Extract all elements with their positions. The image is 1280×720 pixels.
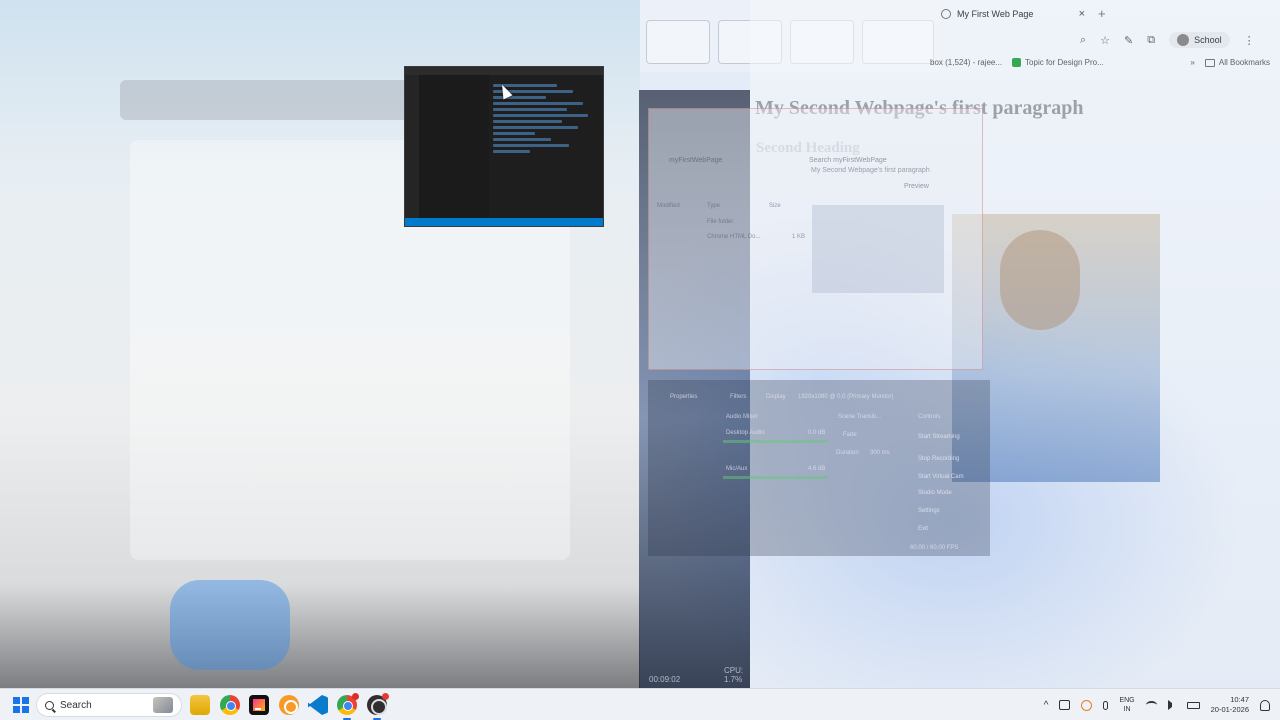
virtual-camera-button[interactable]: Start Virtual Cam [918, 474, 964, 480]
db-readout: 4.6 dB [808, 466, 826, 472]
chrome-icon[interactable] [220, 695, 240, 715]
battery-icon[interactable] [1186, 701, 1200, 709]
settings-button[interactable]: Settings [918, 508, 940, 514]
profile-chip[interactable]: School [1169, 32, 1230, 48]
scene-transitions-title: Scene Transiti... [838, 414, 882, 420]
duration-label: Duration [836, 450, 859, 456]
sheets-icon [1012, 58, 1022, 68]
bookmarks-bar: box (1,524) - rajee... Topic for Design … [930, 58, 1270, 68]
obs-tab[interactable]: Properties [670, 394, 697, 400]
clock[interactable]: 10:47 20-01-2026 [1211, 695, 1249, 715]
file-type-cell: Chrome HTML Do... [707, 234, 761, 240]
new-tab-button[interactable]: + [1098, 6, 1106, 21]
puzzle-icon[interactable]: ⧉ [1147, 34, 1155, 47]
obs-tab[interactable]: Display [766, 394, 786, 400]
search-placeholder: Search [60, 699, 92, 711]
preview-image [812, 205, 944, 293]
search-input[interactable]: Search myFirstWebPage [809, 157, 887, 164]
wifi-icon[interactable] [1145, 701, 1157, 709]
bookmarks-more-button[interactable]: » [1190, 58, 1194, 67]
bookmark-item[interactable]: Topic for Design Pro... [1012, 58, 1104, 68]
studio-mode-button[interactable]: Studio Mode [918, 490, 952, 496]
menu-icon[interactable]: ⋮ [1244, 34, 1255, 47]
exit-button[interactable]: Exit [918, 526, 928, 532]
thumbnail-statusbar [405, 218, 603, 226]
file-type-cell: File folder [707, 219, 734, 225]
db-readout: 0.0 dB [808, 430, 826, 436]
folder-icon [1204, 59, 1215, 68]
image-figure [1000, 230, 1080, 330]
taskbar: Search ^ ENG IN 10:47 20-01-2026 [0, 688, 1280, 720]
chrome-profile-icon[interactable] [337, 693, 359, 720]
star-icon[interactable]: ☆ [1100, 34, 1110, 47]
mic-aux-label: Mic/Aux [726, 466, 748, 472]
notification-bell-icon[interactable] [1260, 699, 1270, 711]
region-code: IN [1123, 706, 1131, 713]
fps-readout: 60.00 / 60.00 FPS [910, 545, 959, 551]
profile-label: School [1194, 35, 1222, 45]
column-header-size[interactable]: Size [769, 203, 781, 209]
globe-icon [941, 9, 951, 19]
badge-dot [352, 693, 359, 700]
start-streaming-button[interactable]: Start Streaming [918, 434, 960, 440]
volume-icon[interactable] [1167, 700, 1176, 710]
obs-icon[interactable] [367, 693, 389, 720]
breadcrumb[interactable]: myFirstWebPage [669, 157, 723, 164]
jetbrains-icon[interactable] [249, 695, 269, 715]
windows-start-icon[interactable] [13, 697, 29, 713]
preview-toggle[interactable]: Preview [904, 183, 929, 190]
column-header-type[interactable]: Type [707, 203, 720, 209]
avatar [1177, 34, 1190, 46]
tray-overflow-chevron-icon[interactable]: ^ [1044, 700, 1049, 711]
preview-text: My Second Webpage's first paragraph [811, 167, 930, 174]
thumbnail-titlebar [405, 67, 603, 75]
stop-recording-button[interactable]: Stop Recording [918, 456, 959, 462]
obs-tab[interactable]: Filters [730, 394, 746, 400]
thumbnail-activity-bar [405, 75, 419, 218]
close-tab-icon[interactable]: × [1079, 8, 1085, 20]
recording-time: 00:09:02 [649, 675, 681, 684]
audio-meter [723, 476, 828, 479]
snap-layout-option[interactable] [646, 20, 710, 64]
language-code: ENG [1119, 697, 1135, 704]
vscode-icon[interactable] [308, 695, 328, 715]
taskbar-search[interactable]: Search [36, 693, 182, 717]
onedrive-icon[interactable] [1059, 700, 1071, 710]
all-bookmarks-button[interactable]: All Bookmarks [1204, 58, 1270, 68]
app-icon[interactable] [279, 695, 299, 715]
file-dialog-ghost: myFirstWebPage Search myFirstWebPage My … [648, 108, 983, 370]
blurred-accent [170, 580, 290, 670]
cpu-usage: CPU: 1.7% [724, 666, 744, 684]
microphone-icon[interactable] [1103, 700, 1109, 710]
desktop-audio-label: Desktop Audio [726, 430, 765, 436]
search-icon [45, 700, 54, 710]
search-highlight-image [153, 697, 173, 713]
display-source: 1920x1080 @ 0,0 (Primary Monitor) [798, 394, 894, 400]
sync-icon[interactable] [1081, 699, 1093, 711]
recording-dot [382, 693, 389, 700]
tab-title: My First Web Page [957, 9, 1034, 19]
language-indicator[interactable]: ENG IN [1119, 696, 1134, 714]
bookmark-item[interactable]: box (1,524) - rajee... [930, 58, 1002, 67]
clock-date: 20-01-2026 [1210, 705, 1249, 714]
controls-title: Controls [918, 414, 941, 420]
file-size-cell: 1 KB [792, 234, 806, 240]
column-header-modified[interactable]: Modified [657, 203, 680, 209]
browser-toolbar: ⌕ ☆ ✎ ⧉ School ⋮ [1080, 32, 1255, 48]
transition-select[interactable]: Fade [843, 432, 857, 438]
zoom-icon[interactable]: ⌕ [1080, 34, 1086, 47]
extension-icon[interactable]: ✎ [1124, 34, 1133, 47]
system-tray: ^ ENG IN 10:47 20-01-2026 [1044, 689, 1280, 720]
thumbnail-explorer [419, 75, 489, 218]
file-explorer-icon[interactable] [190, 695, 210, 715]
audio-meter [723, 440, 828, 443]
audio-mixer-title: Audio Mixer [726, 414, 758, 420]
clock-time: 10:47 [1230, 695, 1249, 704]
browser-tab[interactable]: My First Web Page × [935, 4, 1091, 24]
obs-panels-ghost: Properties Filters Display 1920x1080 @ 0… [648, 380, 990, 556]
duration-field[interactable]: 300 ms [870, 450, 890, 456]
